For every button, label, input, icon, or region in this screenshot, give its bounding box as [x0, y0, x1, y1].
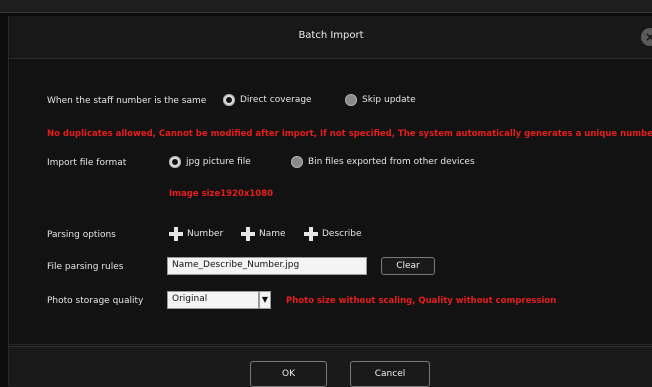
cancel-button[interactable]: Cancel — [350, 361, 430, 387]
footer-divider — [9, 344, 652, 345]
add-number-label: Number — [187, 229, 224, 239]
photo-quality-label: Photo storage quality — [47, 296, 144, 306]
radio-bin-files[interactable]: Bin files exported from other devices — [291, 156, 475, 168]
batch-import-dialog: Batch Import × When the staff number is … — [8, 16, 652, 387]
add-describe-button[interactable]: Describe — [304, 227, 362, 241]
file-parsing-input[interactable]: Name_Describe_Number.jpg — [167, 257, 367, 275]
radio-jpg-picture[interactable]: jpg picture file — [169, 156, 251, 168]
parsing-options-label: Parsing options — [47, 230, 116, 240]
add-name-button[interactable]: Name — [241, 227, 286, 241]
radio-unselected-icon — [345, 94, 357, 106]
background-window-strip — [0, 0, 652, 13]
plus-icon — [304, 227, 318, 241]
add-name-label: Name — [259, 229, 286, 239]
image-size-note: Image size1920x1080 — [169, 189, 274, 199]
add-describe-label: Describe — [322, 229, 362, 239]
clear-button[interactable]: Clear — [381, 257, 435, 275]
radio-jpg-label: jpg picture file — [186, 157, 251, 167]
radio-skip-update[interactable]: Skip update — [345, 94, 416, 106]
radio-direct-coverage[interactable]: Direct coverage — [223, 94, 312, 106]
photo-quality-note: Photo size without scaling, Quality with… — [286, 296, 557, 306]
staff-same-label: When the staff number is the same — [47, 96, 207, 106]
file-parsing-label: File parsing rules — [47, 262, 124, 272]
add-number-button[interactable]: Number — [169, 227, 223, 241]
close-icon[interactable]: × — [641, 28, 652, 46]
chevron-down-icon[interactable]: ▼ — [259, 291, 271, 309]
radio-skip-update-label: Skip update — [362, 95, 416, 105]
radio-direct-coverage-label: Direct coverage — [240, 95, 312, 105]
dialog-title: Batch Import — [298, 30, 364, 41]
dialog-footer: OK Cancel — [9, 346, 652, 387]
radio-selected-icon — [223, 94, 235, 106]
radio-bin-label: Bin files exported from other devices — [308, 157, 475, 167]
dialog-titlebar: Batch Import × — [9, 16, 652, 59]
ok-button[interactable]: OK — [250, 361, 327, 387]
photo-quality-select[interactable]: Original — [167, 291, 259, 309]
plus-icon — [169, 227, 183, 241]
import-format-label: Import file format — [47, 158, 127, 168]
plus-icon — [241, 227, 255, 241]
duplicate-notice: No duplicates allowed, Cannot be modifie… — [47, 129, 652, 139]
radio-unselected-icon — [291, 156, 303, 168]
radio-selected-icon — [169, 156, 181, 168]
